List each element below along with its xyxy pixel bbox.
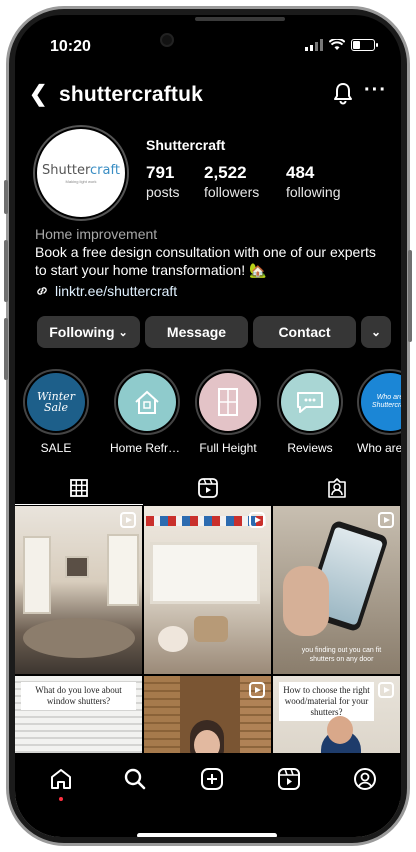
reels-nav-icon[interactable]: [277, 767, 301, 791]
link-icon: [37, 287, 47, 295]
wall-picture-image: [65, 556, 89, 578]
front-camera: [160, 33, 174, 47]
bio-text: Book a free design consultation with one…: [35, 244, 376, 278]
window-shutter-image: [107, 534, 139, 606]
signal-icon: [305, 39, 323, 51]
profile-header: ❮ shuttercraftuk ···: [15, 77, 401, 117]
profile-tabs: [15, 470, 401, 506]
mute-switch: [4, 180, 8, 214]
post-caption: How to choose the right wood/material fo…: [279, 682, 374, 721]
bell-icon[interactable]: [331, 81, 355, 105]
category: Home improvement: [35, 226, 158, 242]
back-chevron-icon[interactable]: ❮: [29, 81, 47, 107]
post-overlay-text: you finding out you can fit shutters on …: [301, 647, 382, 663]
profile-avatar[interactable]: Shuttercraft Making light work: [33, 125, 129, 221]
contact-button-label: Contact: [278, 324, 331, 340]
wifi-icon: [329, 39, 345, 50]
highlight-label: Home Refre...: [110, 441, 184, 455]
posts-count: 791: [146, 163, 175, 182]
followers-stat[interactable]: 2,522 followers: [204, 163, 259, 201]
power-button: [408, 250, 412, 342]
tagged-icon: [328, 478, 346, 498]
basket-image: [194, 616, 228, 642]
cake-image: [158, 626, 188, 652]
logo-wordmark: Shuttercraft: [42, 162, 120, 178]
username: shuttercraftuk: [59, 83, 203, 106]
followers-count: 2,522: [204, 163, 247, 182]
grid-icon: [70, 479, 88, 497]
speech-bubble-icon: [297, 392, 323, 413]
contact-button[interactable]: Contact: [253, 316, 356, 348]
highlight-full-height[interactable]: Full Height: [193, 369, 263, 455]
window-shutter-image: [23, 536, 51, 614]
highlight-home-refresh[interactable]: Home Refre...: [110, 369, 184, 455]
hand-image: [283, 566, 329, 636]
highlight-who-are[interactable]: Who are Shuttercraft Who are: [357, 369, 401, 455]
reels-icon: [198, 478, 218, 498]
post-thumbnail[interactable]: [144, 506, 271, 674]
battery-icon: [351, 39, 378, 51]
avatar-logo: Shuttercraft Making light work: [37, 129, 125, 217]
person-face-image: [327, 716, 353, 744]
bio: Home improvement Book a free design cons…: [35, 225, 391, 279]
highlight-reviews[interactable]: Reviews: [275, 369, 345, 455]
status-icons: [305, 39, 378, 51]
reel-badge-icon: [120, 512, 136, 528]
logo-tagline: Making light work: [65, 178, 97, 184]
post-thumbnail[interactable]: you finding out you can fit shutters on …: [273, 506, 400, 674]
display-name: Shuttercraft: [146, 137, 226, 153]
link-text: linktr.ee/shuttercraft: [55, 283, 178, 299]
posts-stat[interactable]: 791 posts: [146, 163, 179, 201]
profile-icon[interactable]: [353, 767, 377, 791]
highlight-label: Reviews: [287, 441, 333, 455]
notification-dot: [59, 797, 63, 801]
reel-badge-icon: [249, 512, 265, 528]
post-caption: What do you love about window shutters?: [21, 682, 136, 710]
create-icon[interactable]: [200, 767, 224, 791]
home-icon[interactable]: [49, 767, 73, 791]
following-button-label: Following: [49, 324, 115, 340]
posts-label: posts: [146, 184, 180, 200]
following-stat[interactable]: 484 following: [286, 163, 340, 201]
window-icon: [218, 388, 238, 416]
reel-badge-icon: [249, 682, 265, 698]
message-button-label: Message: [166, 324, 227, 340]
active-tab-indicator: [15, 504, 143, 505]
chevron-down-icon: ⌄: [370, 325, 382, 339]
highlight-label: Full Height: [199, 441, 257, 455]
home-indicator: [137, 833, 277, 837]
following-button[interactable]: Following ⌄: [37, 316, 140, 348]
bunting-image: [146, 516, 266, 526]
tab-posts[interactable]: [15, 470, 143, 506]
search-icon[interactable]: [123, 767, 147, 791]
highlight-label: SALE: [40, 441, 72, 455]
following-count: 484: [286, 163, 315, 182]
reel-badge-icon: [378, 682, 394, 698]
followers-label: followers: [204, 184, 260, 200]
table-image: [23, 618, 135, 658]
status-time: 10:20: [50, 38, 91, 55]
volume-up-button: [4, 240, 8, 302]
post-thumbnail[interactable]: [15, 506, 142, 674]
following-label: following: [286, 184, 341, 200]
tab-tagged[interactable]: [273, 470, 401, 506]
screen: 10:20 ❮ shuttercraftuk ··· Shuttercraft …: [15, 15, 401, 837]
volume-down-button: [4, 318, 8, 380]
tab-reels[interactable]: [144, 470, 272, 506]
more-icon[interactable]: ···: [364, 79, 387, 102]
profile-link[interactable]: linktr.ee/shuttercraft: [35, 283, 177, 299]
highlight-label: Who are: [357, 441, 401, 455]
window-shutter-image: [150, 542, 260, 604]
suggested-accounts-button[interactable]: ⌄: [361, 316, 391, 348]
notch-bar: [195, 17, 285, 21]
house-icon: [135, 390, 159, 414]
bottom-navigation: [15, 753, 401, 837]
message-button[interactable]: Message: [145, 316, 248, 348]
chevron-down-icon: ⌄: [118, 326, 128, 339]
highlight-sale[interactable]: Winter Sale SALE: [21, 369, 91, 455]
winter-sale-cover: Winter Sale: [37, 390, 75, 414]
reel-badge-icon: [378, 512, 394, 528]
who-are-cover: Who are Shuttercraft: [371, 394, 401, 409]
